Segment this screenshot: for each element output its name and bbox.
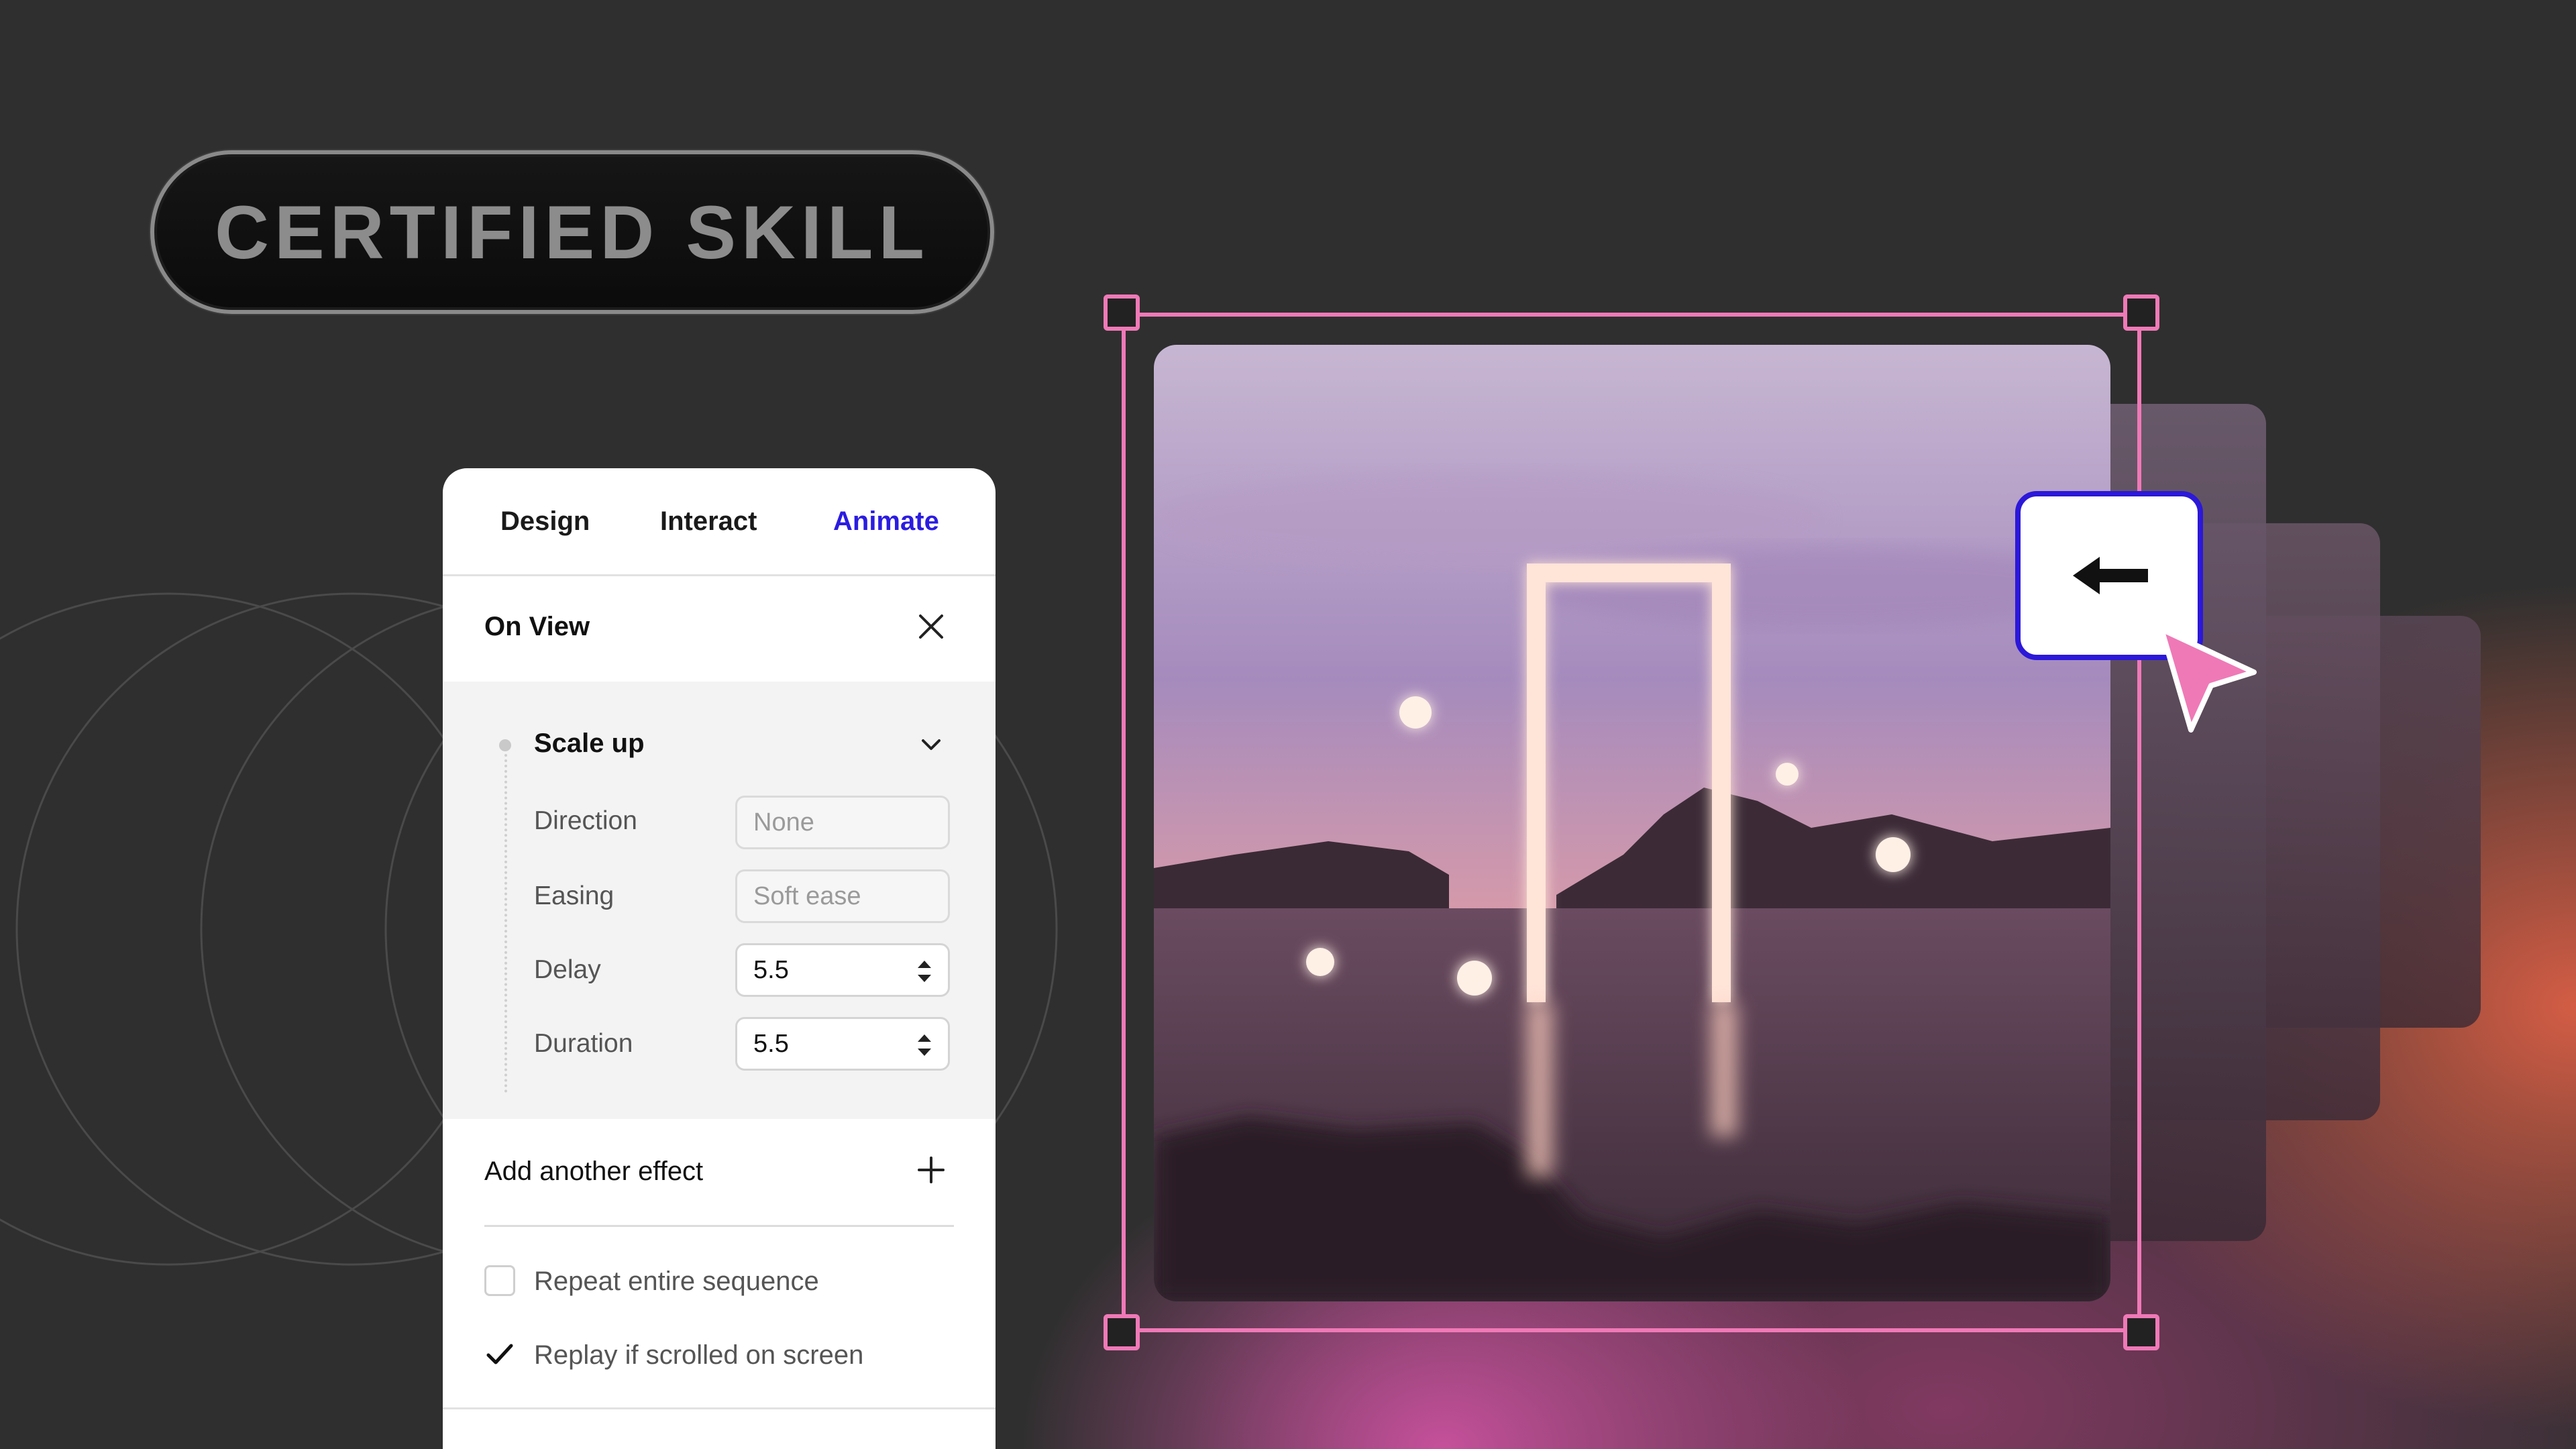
effect-title[interactable]: Scale up: [534, 729, 645, 759]
selection-frame: [1122, 313, 2141, 1332]
certified-skill-badge: CERTIFIED SKILL: [150, 150, 994, 314]
replay-scrolled-label: Replay if scrolled on screen: [534, 1340, 864, 1370]
delay-value: 5.5: [753, 956, 789, 984]
panel-tabs: Design Interact Animate: [443, 468, 996, 576]
direction-label: Direction: [534, 806, 637, 835]
divider: [443, 1407, 996, 1409]
divider: [484, 1225, 954, 1227]
delay-label: Delay: [534, 955, 601, 984]
animation-panel: Design Interact Animate On View Scale up…: [443, 468, 996, 1449]
duration-label: Duration: [534, 1029, 633, 1058]
timeline-line: [504, 754, 507, 1093]
plus-icon[interactable]: [916, 1155, 946, 1185]
tab-design[interactable]: Design: [500, 506, 590, 537]
resize-handle-top-left[interactable]: [1104, 294, 1140, 331]
replay-scrolled-checkbox[interactable]: [484, 1339, 515, 1370]
direction-select[interactable]: None: [735, 796, 950, 849]
effect-settings: Scale up Direction None Easing Soft ease…: [443, 682, 996, 1119]
easing-select[interactable]: Soft ease: [735, 869, 950, 923]
timeline-dot: [499, 739, 511, 751]
add-effect-row[interactable]: Add another effect: [443, 1119, 996, 1228]
resize-handle-top-right[interactable]: [2123, 294, 2159, 331]
chevron-down-icon[interactable]: [919, 733, 943, 757]
close-icon[interactable]: [916, 612, 946, 641]
repeat-sequence-label: Repeat entire sequence: [534, 1267, 819, 1296]
resize-handle-bottom-right[interactable]: [2123, 1314, 2159, 1350]
easing-label: Easing: [534, 881, 614, 910]
tab-interact[interactable]: Interact: [660, 506, 757, 537]
resize-handle-bottom-left[interactable]: [1104, 1314, 1140, 1350]
trigger-section-header: On View: [443, 574, 996, 684]
delay-input[interactable]: 5.5: [735, 943, 950, 997]
repeat-sequence-checkbox[interactable]: [484, 1265, 515, 1296]
badge-text: CERTIFIED SKILL: [215, 190, 930, 274]
tab-animate[interactable]: Animate: [833, 506, 939, 537]
stepper-icon[interactable]: [916, 1031, 933, 1059]
stepper-icon[interactable]: [916, 957, 933, 985]
trigger-title: On View: [484, 612, 590, 641]
duration-input[interactable]: 5.5: [735, 1017, 950, 1071]
add-effect-label: Add another effect: [484, 1157, 704, 1186]
duration-value: 5.5: [753, 1030, 789, 1058]
pointer-cursor-icon: [2159, 627, 2257, 733]
